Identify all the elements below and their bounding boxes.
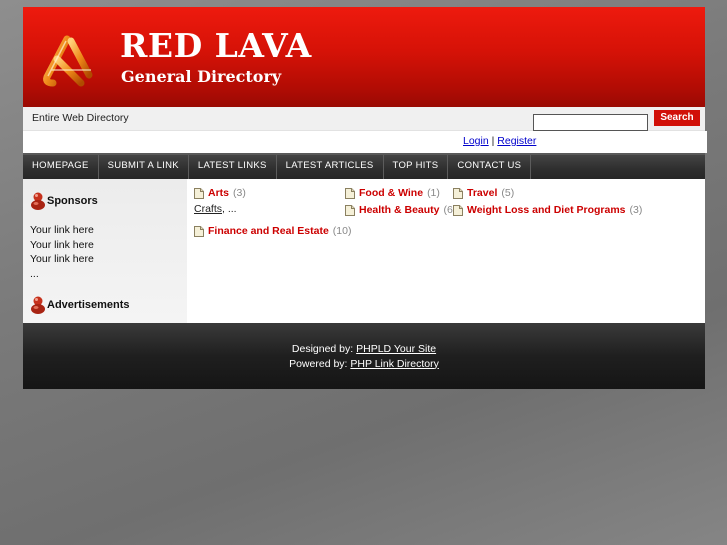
category-name[interactable]: Travel: [467, 187, 497, 199]
advertisements-title: Advertisements: [47, 299, 130, 311]
page-wrapper: RED LAVA General Directory Entire Web Di…: [23, 7, 707, 389]
subcategory-more: , ...: [222, 203, 237, 215]
register-link[interactable]: Register: [497, 135, 536, 147]
sponsor-link[interactable]: Your link here: [30, 223, 187, 238]
category-count: (3): [629, 204, 643, 216]
auth-links: Login | Register: [463, 135, 536, 147]
auth-separator: |: [491, 135, 495, 147]
category-name[interactable]: Arts: [208, 187, 229, 199]
site-subtitle: General Directory: [121, 67, 282, 86]
folder-icon: [194, 225, 204, 237]
designed-by-line: Designed by: PHPLD Your Site: [23, 342, 705, 357]
sponsors-title: Sponsors: [47, 195, 98, 207]
site-header: RED LAVA General Directory: [23, 7, 705, 107]
login-link[interactable]: Login: [463, 135, 489, 147]
content-area: Sponsors Your link here Your link here Y…: [23, 179, 705, 323]
category-count: (3): [233, 187, 246, 199]
nav-item-latest-articles[interactable]: LATEST ARTICLES: [277, 155, 384, 179]
advertisements-heading: Advertisements: [30, 293, 187, 317]
site-title: RED LAVA: [120, 26, 312, 65]
nav-item-homepage[interactable]: HOMEPAGE: [23, 155, 99, 179]
sidebar: Sponsors Your link here Your link here Y…: [23, 179, 187, 323]
folder-icon: [345, 204, 355, 216]
site-footer: Designed by: PHPLD Your Site Powered by:…: [23, 323, 705, 389]
powered-by-prefix: Powered by:: [289, 357, 348, 370]
powered-by-link[interactable]: PHP Link Directory: [350, 358, 439, 370]
nav-item-latest-links[interactable]: LATEST LINKS: [189, 155, 277, 179]
search-bar: Entire Web Directory Search: [23, 107, 705, 131]
sponsors-heading: Sponsors: [30, 189, 187, 213]
search-scope-label: Entire Web Directory: [32, 112, 129, 124]
category-name[interactable]: Finance and Real Estate: [208, 225, 329, 237]
folder-icon: [345, 187, 355, 199]
category-count: (10): [332, 225, 352, 237]
nav-item-contact-us[interactable]: CONTACT US: [448, 155, 532, 179]
category-count: (1): [427, 187, 440, 199]
sponsor-link[interactable]: Your link here: [30, 238, 187, 253]
category-health-beauty[interactable]: Health & Beauty (6): [345, 204, 456, 216]
designed-by-prefix: Designed by:: [291, 343, 354, 355]
login-bar: Login | Register: [23, 131, 707, 153]
subcategory-link-crafts[interactable]: Crafts: [194, 203, 222, 215]
designed-by-link[interactable]: PHPLD Your Site: [356, 343, 436, 355]
sponsor-link[interactable]: Your link here: [30, 252, 187, 267]
category-name[interactable]: Health & Beauty: [359, 204, 440, 216]
category-listing: Arts (3) Crafts, ... Food & Wine (1) Tra…: [187, 179, 705, 323]
category-travel[interactable]: Travel (5): [453, 187, 514, 199]
search-button[interactable]: Search: [654, 110, 700, 126]
folder-icon: [453, 187, 463, 199]
search-input[interactable]: [533, 114, 648, 131]
pushpin-icon: [31, 296, 45, 314]
folder-icon: [194, 187, 204, 199]
category-arts[interactable]: Arts (3): [194, 187, 246, 199]
sponsor-link-more: ...: [30, 267, 39, 280]
pushpin-icon: [31, 192, 45, 210]
main-nav: HOMEPAGE SUBMIT A LINK LATEST LINKS LATE…: [23, 153, 705, 179]
category-weight-loss[interactable]: Weight Loss and Diet Programs (3): [453, 204, 642, 216]
subcategory-list: Crafts, ...: [194, 203, 237, 215]
nav-item-top-hits[interactable]: TOP HITS: [384, 155, 449, 179]
powered-by-line: Powered by: PHP Link Directory: [23, 357, 705, 372]
category-name[interactable]: Weight Loss and Diet Programs: [467, 204, 626, 216]
category-count: (5): [501, 187, 515, 199]
category-name[interactable]: Food & Wine: [359, 187, 423, 199]
sponsor-links: Your link here Your link here Your link …: [30, 223, 187, 281]
category-food-wine[interactable]: Food & Wine (1): [345, 187, 440, 199]
red-lava-logo-icon[interactable]: [37, 31, 103, 91]
nav-item-submit-link[interactable]: SUBMIT A LINK: [99, 155, 189, 179]
category-finance-real-estate[interactable]: Finance and Real Estate (10): [194, 225, 351, 237]
folder-icon: [453, 204, 463, 216]
